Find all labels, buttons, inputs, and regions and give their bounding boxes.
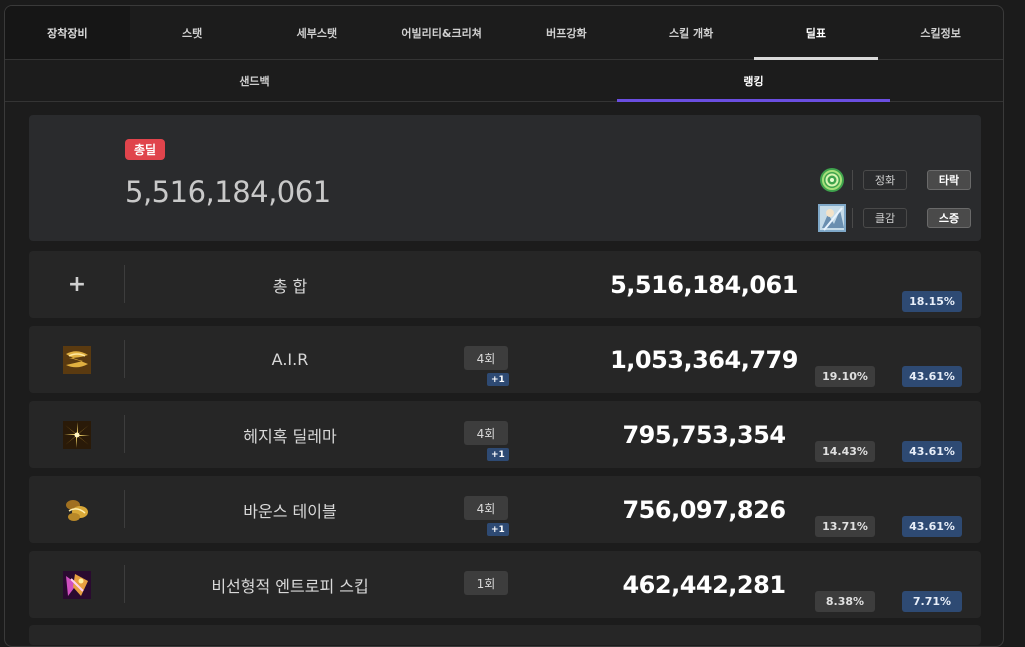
skill-share-badge: 13.71% xyxy=(815,516,875,537)
air-skill-icon xyxy=(63,345,91,374)
tab-detail-stats[interactable]: 세부스탯 xyxy=(255,6,380,59)
tab-skill-info[interactable]: 스킬정보 xyxy=(878,6,1003,59)
corrupt-button[interactable]: 타락 xyxy=(927,170,971,190)
entropy-skip-icon xyxy=(63,570,91,599)
skill-name: A.I.R xyxy=(271,350,309,369)
table-row-partial xyxy=(29,625,981,645)
skill-damage: 756,097,826 xyxy=(622,495,786,524)
skill-increase-button[interactable]: 스증 xyxy=(927,208,971,228)
skill-ratio-badge: 43.61% xyxy=(902,516,962,537)
skill-name: 바운스 테이블 xyxy=(243,501,337,521)
skill-share-badge: 18.15% xyxy=(902,291,962,312)
skill-damage: 462,442,281 xyxy=(622,570,786,599)
table-row: 비선형적 엔트로피 스킵 1회 462,442,281 8.38% 7.71% xyxy=(29,551,981,618)
skill-share-badge: 8.38% xyxy=(815,591,875,612)
extra-count-badge: +1 xyxy=(487,448,509,461)
skill-name: 비선형적 엔트로피 스킵 xyxy=(211,576,369,596)
skill-ratio-badge: 7.71% xyxy=(902,591,962,612)
total-damage-badge: 총딜 xyxy=(125,139,166,160)
tab-skill-bloom[interactable]: 스킬 개화 xyxy=(629,6,754,59)
bounce-table-icon xyxy=(63,495,91,524)
skill-share-badge: 14.43% xyxy=(815,441,875,462)
tab-buff[interactable]: 버프강화 xyxy=(504,6,629,59)
table-row-total: + 총 합 5,516,184,061 18.15% xyxy=(29,251,981,318)
expand-toggle[interactable]: + xyxy=(29,251,125,318)
skill-damage: 5,516,184,061 xyxy=(610,270,798,299)
tab-stats[interactable]: 스탯 xyxy=(130,6,255,59)
option-divider xyxy=(852,170,853,190)
hit-count-badge: 4회 xyxy=(464,346,508,370)
skill-icon-cell xyxy=(29,326,125,393)
skill-damage: 795,753,354 xyxy=(622,420,786,449)
table-row: 헤지혹 딜레마 4회 +1 795,753,354 14.43% 43.61% xyxy=(29,401,981,468)
table-row: A.I.R 4회 +1 1,053,364,779 19.10% 43.61% xyxy=(29,326,981,393)
skill-ratio-badge: 43.61% xyxy=(902,366,962,387)
skill-icon-cell xyxy=(29,401,125,468)
tab-equipment[interactable]: 장착장비 xyxy=(5,6,130,59)
sub-tab-bar: 샌드백 랭킹 xyxy=(5,60,1003,102)
tab-ability-creature[interactable]: 어빌리티&크리쳐 xyxy=(379,6,504,59)
skill-icon-cell xyxy=(29,476,125,543)
hedgehog-skill-icon xyxy=(63,420,91,449)
damage-panel: 장착장비 스탯 세부스탯 어빌리티&크리쳐 버프강화 스킬 개화 딜표 스킬정보… xyxy=(4,5,1004,647)
option-divider xyxy=(852,208,853,228)
skill-name: 헤지혹 딜레마 xyxy=(243,426,337,446)
skill-damage: 1,053,364,779 xyxy=(610,345,798,374)
crit-reduce-button[interactable]: 클감 xyxy=(863,208,907,228)
hit-count-badge: 4회 xyxy=(464,421,508,445)
skill-ratio-badge: 43.61% xyxy=(902,441,962,462)
hit-count-badge: 4회 xyxy=(464,496,508,520)
total-damage-value: 5,516,184,061 xyxy=(125,175,331,209)
green-rose-icon xyxy=(818,166,846,194)
skill-name: 총 합 xyxy=(272,276,308,296)
purify-button[interactable]: 정화 xyxy=(863,170,907,190)
tab-damage-table[interactable]: 딜표 xyxy=(753,6,879,60)
tab-sandbag[interactable]: 샌드백 xyxy=(5,60,504,101)
total-damage-summary: 총딜 5,516,184,061 정화 타락 클감 스증 xyxy=(29,115,981,241)
main-tab-bar: 장착장비 스탯 세부스탯 어빌리티&크리쳐 버프강화 스킬 개화 딜표 스킬정보 xyxy=(5,6,1003,60)
extra-count-badge: +1 xyxy=(487,373,509,386)
hit-count-badge: 1회 xyxy=(464,571,508,595)
plus-icon: + xyxy=(67,272,87,297)
skill-share-badge: 19.10% xyxy=(815,366,875,387)
tab-ranking[interactable]: 랭킹 xyxy=(504,60,1003,102)
character-portrait-icon xyxy=(818,204,846,232)
table-row: 바운스 테이블 4회 +1 756,097,826 13.71% 43.61% xyxy=(29,476,981,543)
skill-icon-cell xyxy=(29,551,125,618)
extra-count-badge: +1 xyxy=(487,523,509,536)
